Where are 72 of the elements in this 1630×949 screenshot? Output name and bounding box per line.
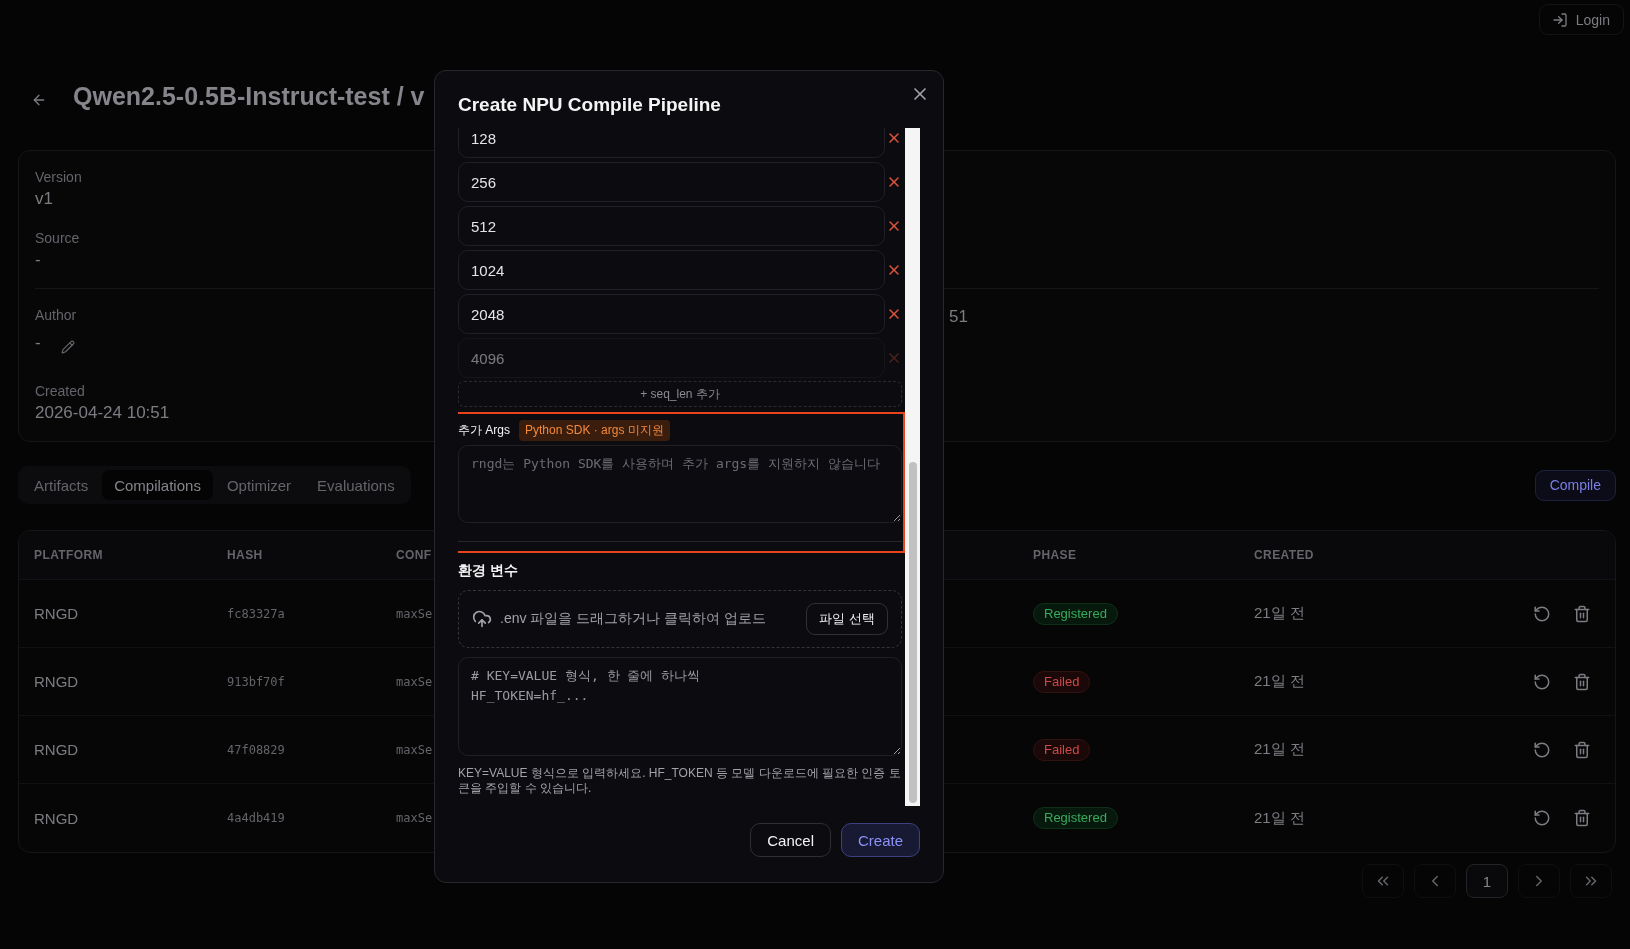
trash-icon[interactable]: [1573, 740, 1591, 759]
info-badge: Python SDK · args 미지원: [519, 420, 670, 441]
choose-file-button[interactable]: 파일 선택: [806, 603, 888, 635]
field-value: v1: [35, 188, 53, 210]
seq-len-input[interactable]: 128: [458, 128, 885, 158]
circular-arrow-icon[interactable]: [1533, 604, 1551, 623]
tab[interactable]: Evaluations: [305, 470, 407, 500]
env-field[interactable]: # KEY=VALUE 형식, 한 줄에 하나씩 HF_TOKEN=hf_...: [458, 657, 902, 756]
create-button[interactable]: Create: [840, 823, 920, 857]
dropzone-text: .env 파일을 드래그하거나 클릭하여 업로드: [500, 610, 768, 628]
status-badge: Registered: [1033, 807, 1118, 829]
status-badge: Failed: [1033, 738, 1091, 761]
section-label: 추가 Args: [458, 422, 510, 439]
table-cell: RNGD: [34, 741, 79, 758]
dialog-title: Create NPU Compile Pipeline: [458, 93, 721, 117]
table-cell: RNGD: [34, 605, 79, 622]
status-badge: Registered: [1033, 602, 1118, 625]
scrollbar-thumb[interactable]: [908, 462, 917, 803]
section-label: 환경 변수: [458, 561, 518, 580]
seq-len-input[interactable]: 2048: [458, 294, 885, 334]
status-badge: Failed: [1033, 670, 1091, 693]
field-label: Author: [35, 306, 77, 325]
column-header: PHASE: [1033, 548, 1077, 562]
cloud-upload-icon: [472, 609, 492, 629]
table-cell: 913bf70f: [227, 674, 285, 689]
field-value: -: [35, 332, 41, 354]
page-title: Qwen2.5-0.5B-Instruct-test / v: [73, 81, 425, 112]
field-label: Source: [35, 229, 80, 248]
pencil-icon[interactable]: [60, 340, 75, 354]
page-button[interactable]: 1: [1466, 864, 1508, 898]
table-cell: fc83327a: [227, 606, 285, 621]
column-header: CREATED: [1254, 548, 1314, 562]
table-cell: 21일 전: [1254, 808, 1305, 828]
table-cell: 21일 전: [1254, 604, 1305, 623]
column-header: HASH: [227, 548, 263, 562]
trash-icon[interactable]: [1573, 604, 1591, 623]
login-button[interactable]: Login: [1538, 4, 1624, 35]
field-value: 2026-04-24 10:51: [35, 402, 170, 424]
column-header: CONF: [396, 548, 432, 562]
compile-button[interactable]: Compile: [1534, 469, 1616, 501]
field-label: Created: [35, 382, 85, 401]
trash-icon[interactable]: [1573, 809, 1591, 827]
table-cell: RNGD: [34, 673, 79, 690]
trash-icon[interactable]: [1573, 672, 1591, 691]
table-cell: 47f08829: [227, 742, 285, 757]
field-label: Version: [35, 168, 82, 187]
column-header: PLATFORM: [34, 548, 103, 562]
table-cell: maxSe: [396, 606, 433, 621]
circular-arrow-icon[interactable]: [1533, 672, 1551, 691]
table-cell: 21일 전: [1254, 740, 1305, 759]
tab[interactable]: Compilations: [102, 470, 213, 500]
field-value: -: [35, 249, 41, 271]
seq-len-input[interactable]: 1024: [458, 250, 885, 290]
seq-len-input[interactable]: 512: [458, 206, 885, 246]
add-seq-len-button[interactable]: + seq_len 추가: [458, 381, 902, 407]
tab[interactable]: Artifacts: [22, 470, 101, 500]
seq-len-input[interactable]: 256: [458, 162, 885, 202]
tab[interactable]: Optimizer: [214, 470, 304, 500]
help-text: KEY=VALUE 형식으로 입력하세요. HF_TOKEN 등 모델 다운로드에 필요한 인증 토큰을 주입할 수 있습니다.: [458, 766, 902, 796]
table-cell: 4a4db419: [227, 811, 285, 825]
table-cell: maxSe: [396, 742, 433, 757]
table-cell: maxSe: [396, 811, 433, 825]
cancel-button[interactable]: Cancel: [750, 823, 831, 857]
field-value: 51: [949, 306, 968, 328]
sign-in-icon: [1551, 11, 1568, 28]
scrollbar[interactable]: [905, 128, 920, 806]
circular-arrow-icon[interactable]: [1533, 809, 1551, 827]
file-dropzone[interactable]: .env 파일을 드래그하거나 클릭하여 업로드 파일 선택: [458, 590, 902, 648]
table-cell: RNGD: [34, 809, 79, 827]
table-cell: maxSe: [396, 674, 433, 689]
circular-arrow-icon[interactable]: [1533, 740, 1551, 759]
table-cell: 21일 전: [1254, 672, 1305, 691]
